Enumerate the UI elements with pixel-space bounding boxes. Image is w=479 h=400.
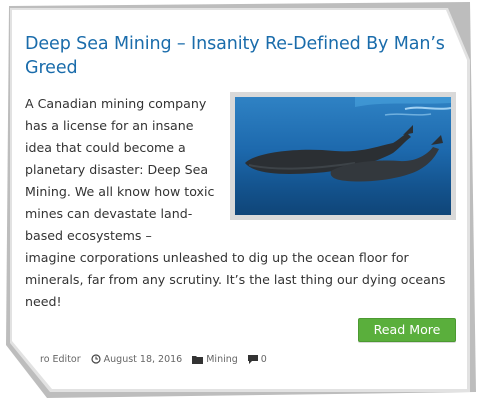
author-name[interactable]: ro Editor	[40, 354, 81, 365]
meta-comments[interactable]: 0	[247, 354, 267, 365]
post-excerpt: A Canadian mining company has a license …	[25, 93, 455, 313]
clock-icon	[91, 354, 101, 364]
post-title-link[interactable]: Deep Sea Mining – Insanity Re-Defined By…	[25, 32, 445, 80]
post-date: August 18, 2016	[103, 353, 183, 365]
comment-icon	[247, 354, 258, 364]
meta-author[interactable]: ro Editor	[40, 354, 81, 365]
read-more-button[interactable]: Read More	[358, 318, 456, 342]
meta-date: August 18, 2016	[91, 353, 183, 365]
meta-category[interactable]: Mining	[192, 354, 238, 365]
category-link[interactable]: Mining	[206, 354, 238, 365]
comment-count[interactable]: 0	[261, 354, 267, 365]
post-excerpt-full: imagine corporations unleashed to dig up…	[25, 250, 446, 309]
post-excerpt-wrapped: A Canadian mining company has a license …	[25, 96, 215, 243]
folder-icon	[192, 355, 204, 364]
post-meta: ro Editor August 18, 2016 Mining 0	[40, 351, 277, 367]
